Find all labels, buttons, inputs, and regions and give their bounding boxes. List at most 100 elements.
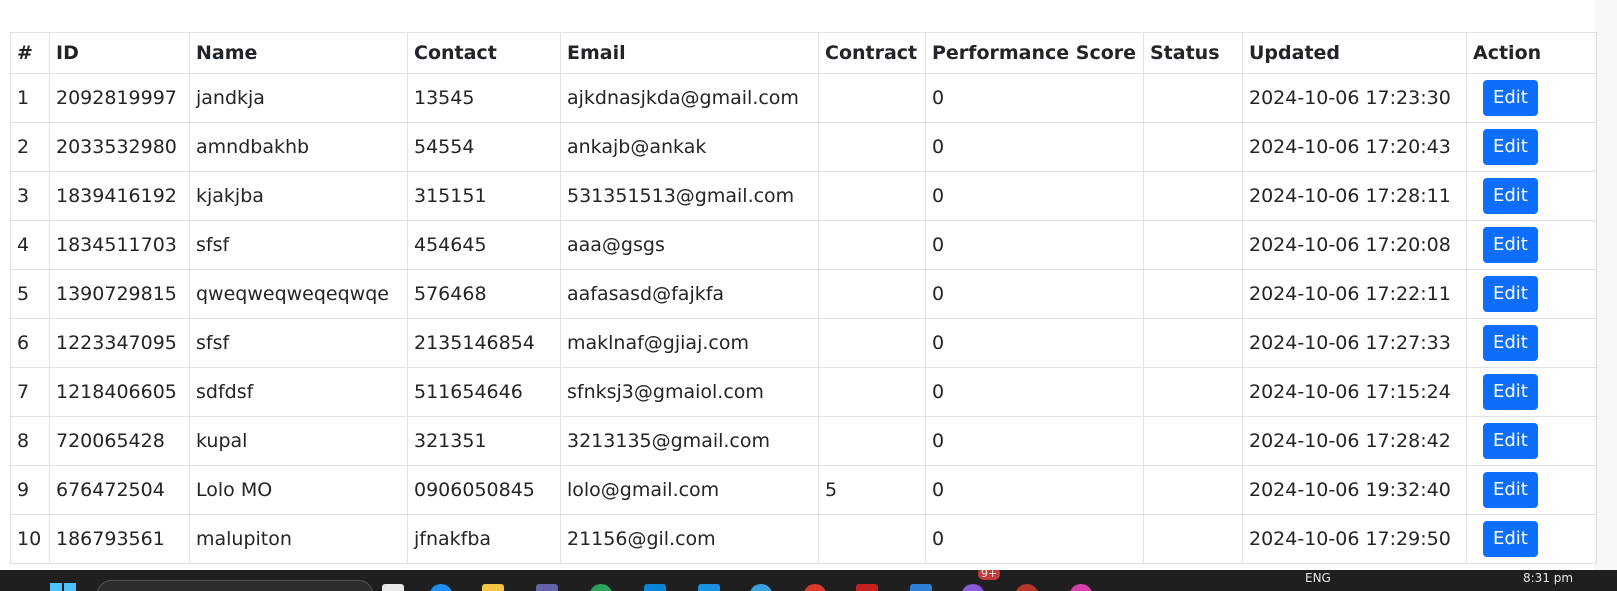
store-icon[interactable] xyxy=(644,584,666,591)
cell-performance-score: 0 xyxy=(925,318,1144,368)
header-contact: Contact xyxy=(407,32,561,74)
table-row: 3 1839416192 kjakjba 315151 531351513@gmail.… xyxy=(10,171,1597,221)
cell-action: Edit xyxy=(1466,465,1597,515)
cell-contract xyxy=(818,171,926,221)
cell-name: sdfdsf xyxy=(189,367,408,417)
edit-button[interactable]: Edit xyxy=(1483,472,1538,508)
cell-contract xyxy=(818,122,926,172)
cell-action: Edit xyxy=(1466,269,1597,319)
cell-email: aafasasd@fajkfa xyxy=(560,269,819,319)
cell-contract xyxy=(818,269,926,319)
file-explorer-icon[interactable] xyxy=(382,584,404,591)
edit-button[interactable]: Edit xyxy=(1483,178,1538,214)
cell-email: 531351513@gmail.com xyxy=(560,171,819,221)
table-row: 9 676472504 Lolo MO 0906050845 lolo@gmail.co… xyxy=(10,465,1597,515)
table-body: 1 2092819997 jandkja 13545 ajkdnasjkda@gmail… xyxy=(10,73,1597,564)
cell-action: Edit xyxy=(1466,514,1597,564)
cell-contract: 5 xyxy=(818,465,926,515)
edit-button[interactable]: Edit xyxy=(1483,325,1538,361)
cell-action: Edit xyxy=(1466,220,1597,270)
header-index: # xyxy=(10,32,50,74)
cell-contact: 511654646 xyxy=(407,367,561,417)
cell-contact: jfnakfba xyxy=(407,514,561,564)
messenger-icon[interactable] xyxy=(962,584,984,591)
cell-index: 5 xyxy=(10,269,50,319)
cell-contract xyxy=(818,220,926,270)
cell-index: 6 xyxy=(10,318,50,368)
cell-contact: 454645 xyxy=(407,220,561,270)
header-email: Email xyxy=(560,32,819,74)
app-pink-icon[interactable] xyxy=(1070,584,1092,591)
cell-contact: 0906050845 xyxy=(407,465,561,515)
cell-name: amndbakhb xyxy=(189,122,408,172)
vertical-scrollbar[interactable] xyxy=(1594,0,1617,570)
cell-action: Edit xyxy=(1466,416,1597,466)
header-name: Name xyxy=(189,32,408,74)
cell-name: kupal xyxy=(189,416,408,466)
cell-status xyxy=(1143,367,1243,417)
app-red-icon[interactable] xyxy=(804,584,826,591)
table-row: 7 1218406605 sdfdsf 511654646 sfnksj3@gmaiol… xyxy=(10,367,1597,417)
cell-contact: 321351 xyxy=(407,416,561,466)
cell-performance-score: 0 xyxy=(925,367,1144,417)
table-row: 6 1223347095 sfsf 2135146854 maklnaf@gjiaj.c… xyxy=(10,318,1597,368)
chrome-icon[interactable] xyxy=(590,584,612,591)
cell-email: ankajb@ankak xyxy=(560,122,819,172)
edit-button[interactable]: Edit xyxy=(1483,423,1538,459)
cell-contact: 2135146854 xyxy=(407,318,561,368)
edit-button[interactable]: Edit xyxy=(1483,80,1538,116)
cell-name: jandkja xyxy=(189,73,408,123)
cell-id: 186793561 xyxy=(49,514,190,564)
cell-updated: 2024-10-06 17:23:30 xyxy=(1242,73,1467,123)
cell-performance-score: 0 xyxy=(925,514,1144,564)
cell-email: sfnksj3@gmaiol.com xyxy=(560,367,819,417)
language-indicator[interactable]: ENG xyxy=(1305,571,1331,585)
table-row: 1 2092819997 jandkja 13545 ajkdnasjkda@gmail… xyxy=(10,73,1597,123)
header-status: Status xyxy=(1143,32,1243,74)
cell-id: 1390729815 xyxy=(49,269,190,319)
cell-index: 10 xyxy=(10,514,50,564)
browser-icon[interactable] xyxy=(750,584,772,591)
cell-email: 21156@gil.com xyxy=(560,514,819,564)
cell-index: 1 xyxy=(10,73,50,123)
taskbar-search-box[interactable] xyxy=(97,580,373,591)
cell-performance-score: 0 xyxy=(925,269,1144,319)
records-table-container: # ID Name Contact Email Contract Performance S… xyxy=(10,32,1597,564)
edit-button[interactable]: Edit xyxy=(1483,276,1538,312)
cell-updated: 2024-10-06 17:28:42 xyxy=(1242,416,1467,466)
cell-index: 9 xyxy=(10,465,50,515)
header-performance-score: Performance Score xyxy=(925,32,1144,74)
cell-contact: 54554 xyxy=(407,122,561,172)
folder-icon[interactable] xyxy=(482,584,504,591)
cell-contract xyxy=(818,367,926,417)
cell-updated: 2024-10-06 17:15:24 xyxy=(1242,367,1467,417)
app-blue-icon[interactable] xyxy=(910,584,932,591)
clock-time[interactable]: 8:31 pm xyxy=(1523,571,1573,585)
cell-name: malupiton xyxy=(189,514,408,564)
cell-action: Edit xyxy=(1466,171,1597,221)
cell-status xyxy=(1143,269,1243,319)
cell-name: sfsf xyxy=(189,318,408,368)
edge-browser-icon[interactable] xyxy=(430,584,452,591)
vscode-icon[interactable] xyxy=(698,584,720,591)
edit-button[interactable]: Edit xyxy=(1483,227,1538,263)
cell-contract xyxy=(818,318,926,368)
cell-id: 1839416192 xyxy=(49,171,190,221)
cell-updated: 2024-10-06 17:22:11 xyxy=(1242,269,1467,319)
cell-contract xyxy=(818,416,926,466)
header-contract: Contract xyxy=(818,32,926,74)
gmail-icon[interactable] xyxy=(856,584,878,591)
cell-status xyxy=(1143,318,1243,368)
table-row: 8 720065428 kupal 321351 3213135@gmail.com 0 2… xyxy=(10,416,1597,466)
edit-button[interactable]: Edit xyxy=(1483,521,1538,557)
cell-status xyxy=(1143,73,1243,123)
notification-badge: 9+ xyxy=(978,570,1001,580)
windows-start-icon[interactable] xyxy=(50,583,76,591)
app-dark-red-icon[interactable] xyxy=(1016,584,1038,591)
edit-button[interactable]: Edit xyxy=(1483,374,1538,410)
cell-index: 4 xyxy=(10,220,50,270)
edit-button[interactable]: Edit xyxy=(1483,129,1538,165)
header-id: ID xyxy=(49,32,190,74)
teams-icon[interactable] xyxy=(536,584,558,591)
cell-index: 3 xyxy=(10,171,50,221)
